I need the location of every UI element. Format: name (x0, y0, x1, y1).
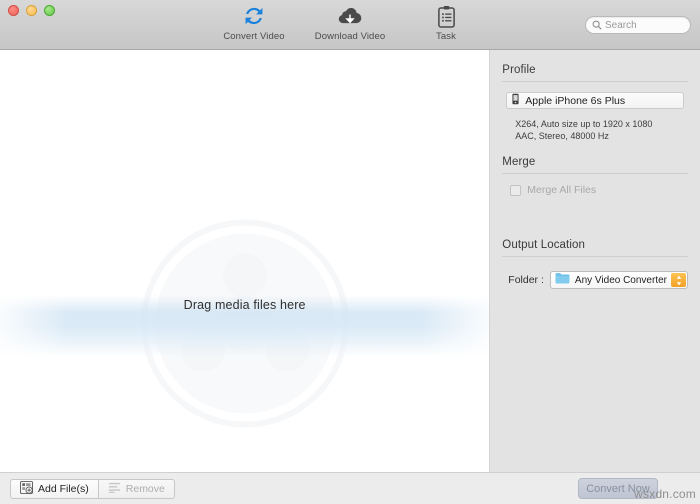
toolbar-item-task-label: Task (436, 31, 456, 42)
toolbar-item-download-video[interactable]: Download Video (314, 3, 386, 42)
remove-list-icon (108, 481, 121, 497)
toolbar-items: Convert Video Download Video Task (221, 3, 479, 42)
site-watermark: wsxdn.com (634, 487, 696, 501)
add-files-label: Add File(s) (38, 482, 89, 495)
convert-refresh-icon (243, 3, 265, 29)
profile-meta-video: X264, Auto size up to 1920 x 1080 (515, 119, 653, 129)
media-dropzone[interactable]: Drag media files here (0, 50, 491, 472)
profile-meta: X264, Auto size up to 1920 x 1080 AAC, S… (515, 118, 688, 142)
search-input[interactable] (602, 19, 684, 31)
device-phone-icon (512, 92, 519, 110)
search-box[interactable] (585, 16, 691, 34)
output-folder-row: Folder : Any Video Converter (508, 271, 688, 289)
profile-select[interactable]: Apple iPhone 6s Plus (506, 92, 684, 109)
remove-label: Remove (125, 482, 165, 495)
toolbar-item-convert-video-label: Convert Video (223, 31, 285, 42)
add-files-icon (20, 480, 33, 497)
merge-section-title: Merge (502, 156, 536, 168)
search-icon (592, 20, 602, 30)
app-window: Convert Video Download Video Task Search… (0, 0, 700, 504)
folder-stepper-arrows-icon[interactable] (671, 273, 686, 287)
maximize-window-button[interactable] (44, 5, 55, 16)
window-traffic-lights (8, 5, 55, 16)
add-files-button[interactable]: Add File(s) (10, 478, 99, 499)
profile-section-divider (502, 81, 688, 82)
bottom-toolbar: Add File(s) Remove Convert Now wsxdn.com (0, 472, 700, 504)
merge-all-files-row[interactable]: Merge All Files (510, 184, 688, 196)
clipboard-task-icon (437, 3, 456, 29)
toolbar-item-convert-video[interactable]: Convert Video (221, 3, 287, 42)
output-section-divider (502, 256, 688, 257)
settings-panel: Profile Apple iPhone 6s Plus X264, Auto … (490, 50, 700, 472)
remove-button[interactable]: Remove (98, 478, 175, 499)
output-folder-select[interactable]: Any Video Converter (549, 271, 688, 289)
toolbar-item-task[interactable]: Task (413, 3, 479, 42)
profile-meta-audio: AAC, Stereo, 48000 Hz (515, 131, 609, 141)
output-section-title: Output Location (502, 239, 585, 251)
download-cloud-icon (338, 3, 362, 29)
titlebar-toolbar: Convert Video Download Video Task Search (0, 0, 700, 50)
file-actions-group: Add File(s) Remove (10, 478, 175, 499)
toolbar-item-download-video-label: Download Video (314, 31, 386, 42)
output-folder-value: Any Video Converter (574, 274, 667, 286)
merge-all-files-checkbox[interactable] (510, 184, 522, 196)
main-content: Drag media files here Profile Apple iPho… (0, 50, 700, 472)
minimize-window-button[interactable] (26, 5, 37, 16)
output-folder-caption: Folder : (508, 274, 544, 286)
dropzone-label: Drag media files here (183, 298, 306, 312)
merge-all-files-label: Merge All Files (527, 184, 597, 196)
merge-section-divider (502, 173, 688, 174)
profile-section-title: Profile (502, 64, 536, 76)
folder-icon (555, 272, 570, 288)
profile-selected-label: Apple iPhone 6s Plus (525, 94, 626, 107)
close-window-button[interactable] (8, 5, 19, 16)
